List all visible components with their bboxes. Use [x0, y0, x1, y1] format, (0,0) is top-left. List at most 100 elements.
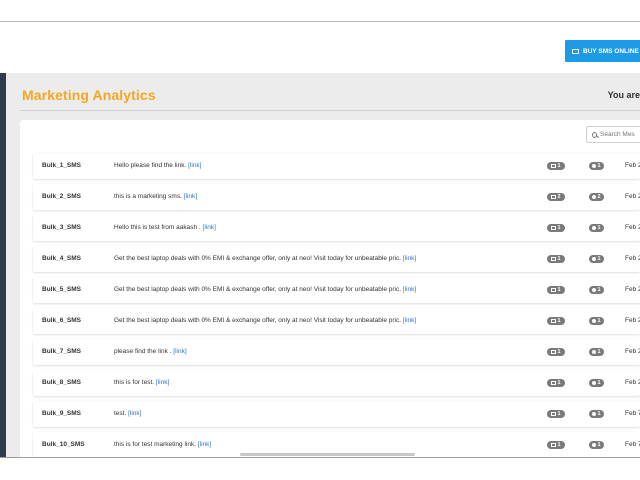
campaign-list: Bulk_1_SMS Hello please find the link. [l…: [33, 153, 640, 463]
campaign-row[interactable]: Bulk_5_SMS Get the best laptop deals with…: [33, 277, 640, 303]
envelope-icon: [551, 195, 557, 199]
campaign-name: Bulk_8_SMS: [42, 379, 82, 386]
message-count-badge: 1: [547, 224, 565, 232]
message-count: 1: [557, 256, 561, 262]
message-link[interactable]: [link]: [156, 379, 169, 386]
user-icon: [592, 288, 597, 292]
message-count: 1: [557, 163, 561, 169]
message-link[interactable]: [link]: [128, 410, 141, 417]
message-link[interactable]: [link]: [403, 255, 416, 262]
message-count-badge: 1: [547, 162, 565, 170]
user-count: 1: [597, 380, 601, 386]
message-count-badge: 1: [547, 317, 565, 325]
message-text: Get the best laptop deals with 0% EMI & …: [114, 286, 403, 293]
campaign-date: Feb 2: [625, 317, 640, 324]
message-count: 1: [557, 411, 561, 417]
message-count: 1: [557, 442, 561, 448]
campaign-date: Feb 2: [625, 286, 640, 293]
envelope-icon: [551, 319, 557, 323]
user-count-badge: 1: [589, 286, 604, 294]
message-count: 1: [557, 225, 561, 231]
user-count: 1: [597, 411, 601, 417]
campaign-name: Bulk_2_SMS: [42, 193, 82, 200]
message-link[interactable]: [link]: [198, 441, 211, 448]
user-count-badge: 1: [589, 224, 604, 232]
campaign-message: Get the best laptop deals with 0% EMI & …: [114, 317, 416, 324]
user-icon: [592, 319, 597, 323]
buy-sms-online-button[interactable]: BUY SMS ONLINE: [565, 40, 640, 62]
user-count: 1: [597, 442, 601, 448]
campaign-date: Feb 2: [625, 193, 640, 200]
campaign-name: Bulk_9_SMS: [42, 410, 82, 417]
user-count: 1: [597, 163, 601, 169]
campaign-message: Hello please find the link. [link]: [114, 162, 201, 169]
message-link[interactable]: [link]: [403, 286, 416, 293]
envelope-icon: [551, 226, 557, 230]
envelope-icon: [551, 412, 557, 416]
campaign-row[interactable]: Bulk_7_SMS please find the link . [link] 1…: [33, 339, 640, 365]
search-input[interactable]: [600, 131, 640, 138]
campaign-date: Feb 2: [625, 348, 640, 355]
campaign-name: Bulk_1_SMS: [42, 162, 82, 169]
user-count: 1: [597, 225, 601, 231]
search-box[interactable]: [586, 126, 640, 143]
message-link[interactable]: [link]: [173, 348, 186, 355]
campaign-date: Feb 2: [625, 255, 640, 262]
campaign-row[interactable]: Bulk_6_SMS Get the best laptop deals with…: [33, 308, 640, 334]
user-icon: [592, 443, 597, 447]
campaign-row[interactable]: Bulk_9_SMS test. [link] 1 1 Feb 7: [33, 401, 640, 427]
user-count: 1: [597, 349, 601, 355]
campaign-row[interactable]: Bulk_2_SMS this is a marketing sms. [link…: [33, 184, 640, 210]
campaign-message: Hello this is test from aakash . [link]: [114, 224, 216, 231]
campaign-list-card: Bulk_1_SMS Hello please find the link. [l…: [20, 120, 640, 458]
campaign-name: Bulk_6_SMS: [42, 317, 82, 324]
message-count-badge: 1: [547, 286, 565, 294]
message-link[interactable]: [link]: [203, 224, 216, 231]
horizontal-scrollbar[interactable]: [240, 453, 415, 456]
user-count-badge: 1: [589, 441, 604, 449]
user-count-badge: 1: [589, 410, 604, 418]
buy-sms-online-label: BUY SMS ONLINE: [583, 47, 639, 55]
campaign-message: this is for test. [link]: [114, 379, 169, 386]
campaign-row[interactable]: Bulk_4_SMS Get the best laptop deals with…: [33, 246, 640, 272]
user-icon: [592, 257, 597, 261]
campaign-name: Bulk_3_SMS: [42, 224, 82, 231]
envelope-icon: [551, 164, 557, 168]
message-count-badge: 2: [547, 193, 565, 201]
campaign-message: Get the best laptop deals with 0% EMI & …: [114, 286, 416, 293]
user-count: 1: [597, 287, 601, 293]
bottom-bar: [0, 457, 640, 480]
envelope-icon: [551, 443, 557, 447]
welcome-text: You are: [607, 90, 640, 100]
campaign-name: Bulk_4_SMS: [42, 255, 82, 262]
campaign-name: Bulk_5_SMS: [42, 286, 82, 293]
campaign-message: this is for test marketing link. [link]: [114, 441, 211, 448]
message-count-badge: 1: [547, 348, 565, 356]
message-text: this is a marketing sms.: [114, 193, 184, 200]
page-title-row: Marketing Analytics You are: [20, 73, 640, 111]
campaign-message: this is a marketing sms. [link]: [114, 193, 197, 200]
message-link[interactable]: [link]: [184, 193, 197, 200]
message-count: 1: [557, 380, 561, 386]
campaign-date: Feb 2: [625, 162, 640, 169]
card-icon: [572, 48, 579, 54]
campaign-row[interactable]: Bulk_3_SMS Hello this is test from aakash…: [33, 215, 640, 241]
campaign-row[interactable]: Bulk_1_SMS Hello please find the link. [l…: [33, 153, 640, 179]
envelope-icon: [551, 288, 557, 292]
user-count: 1: [597, 318, 601, 324]
campaign-date: Feb 2: [625, 379, 640, 386]
message-text: Get the best laptop deals with 0% EMI & …: [114, 317, 403, 324]
message-link[interactable]: [link]: [403, 317, 416, 324]
app-header: BUY SMS ONLINE: [0, 23, 640, 73]
message-text: Hello this is test from aakash .: [114, 224, 203, 231]
message-link[interactable]: [link]: [188, 162, 201, 169]
user-icon: [592, 350, 597, 354]
campaign-row[interactable]: Bulk_8_SMS this is for test. [link] 1 1 Feb …: [33, 370, 640, 396]
campaign-message: Get the best laptop deals with 0% EMI & …: [114, 255, 416, 262]
user-count: 2: [597, 194, 601, 200]
browser-top-bar: [0, 0, 640, 22]
user-count: 1: [597, 256, 601, 262]
message-text: this is for test marketing link.: [114, 441, 198, 448]
envelope-icon: [551, 257, 557, 261]
message-count: 1: [557, 318, 561, 324]
